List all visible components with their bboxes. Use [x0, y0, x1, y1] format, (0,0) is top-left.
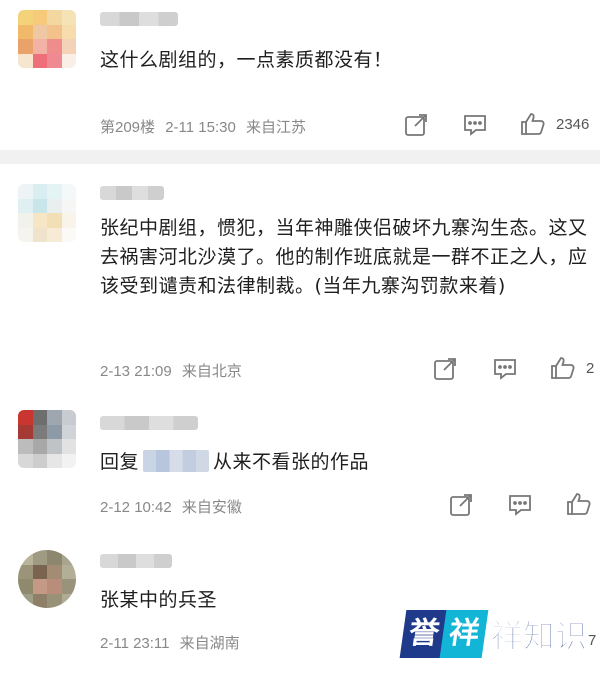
reply-prefix: 回复 — [100, 451, 140, 473]
timestamp: 2-11 15:30 — [165, 119, 236, 136]
timestamp: 2-13 21:09 — [100, 363, 172, 380]
like-icon[interactable] — [520, 111, 546, 137]
reply-target-username[interactable] — [143, 450, 210, 472]
avatar[interactable] — [18, 410, 76, 468]
comment-meta: 第209楼 2-11 15:30 来自江苏 — [100, 116, 306, 137]
comment-item: 这什么剧组的，一点素质都没有！ 第209楼 2-11 15:30 来自江苏 23… — [0, 0, 600, 150]
share-icon[interactable] — [432, 356, 458, 382]
timestamp: 2-11 23:11 — [100, 635, 170, 652]
comment-icon[interactable] — [462, 112, 488, 138]
username[interactable] — [100, 416, 198, 430]
location: 来自安徽 — [181, 499, 242, 516]
share-icon[interactable] — [448, 492, 474, 518]
location: 来自江苏 — [246, 119, 307, 136]
like-count: 2346 — [556, 116, 590, 133]
timestamp: 2-12 10:42 — [100, 499, 172, 516]
watermark-part2: 祥 — [439, 610, 489, 658]
avatar[interactable] — [18, 10, 76, 68]
username[interactable] — [100, 186, 164, 200]
comment-meta: 2-11 23:11 来自湖南 — [100, 632, 240, 653]
comment-text: 回复 从来不看张的作品 — [100, 448, 590, 477]
username[interactable] — [100, 12, 178, 26]
avatar[interactable] — [18, 550, 76, 608]
section-divider — [0, 150, 600, 164]
comment-icon[interactable] — [507, 492, 533, 518]
watermark-part3: 祥知识 — [490, 617, 588, 656]
avatar[interactable] — [18, 184, 76, 242]
comment-icon[interactable] — [492, 356, 518, 382]
like-count: 2 — [586, 360, 595, 377]
username[interactable] — [100, 554, 172, 568]
location: 来自北京 — [181, 363, 242, 380]
like-icon[interactable] — [566, 491, 592, 517]
watermark-logo: 誉 祥 祥知识 — [399, 607, 588, 661]
share-icon[interactable] — [403, 112, 429, 138]
like-count: 7 — [588, 632, 597, 649]
comment-item: 回复 从来不看张的作品 2-12 10:42 来自安徽 — [0, 396, 600, 536]
like-icon[interactable] — [550, 355, 576, 381]
reply-body: 从来不看张的作品 — [213, 451, 370, 473]
floor-number: 第209楼 — [100, 119, 156, 136]
comment-text: 这什么剧组的，一点素质都没有！ — [100, 49, 393, 71]
comment-item: 张纪中剧组，惯犯，当年神雕侠侣破坏九寨沟生态。这又去祸害河北沙漠了。他的制作班底… — [0, 164, 600, 396]
comment-text: 张纪中剧组，惯犯，当年神雕侠侣破坏九寨沟生态。这又去祸害河北沙漠了。他的制作班底… — [100, 217, 588, 297]
comment-meta: 2-12 10:42 来自安徽 — [100, 496, 242, 517]
location: 来自湖南 — [179, 635, 240, 652]
comment-meta: 2-13 21:09 来自北京 — [100, 360, 242, 381]
